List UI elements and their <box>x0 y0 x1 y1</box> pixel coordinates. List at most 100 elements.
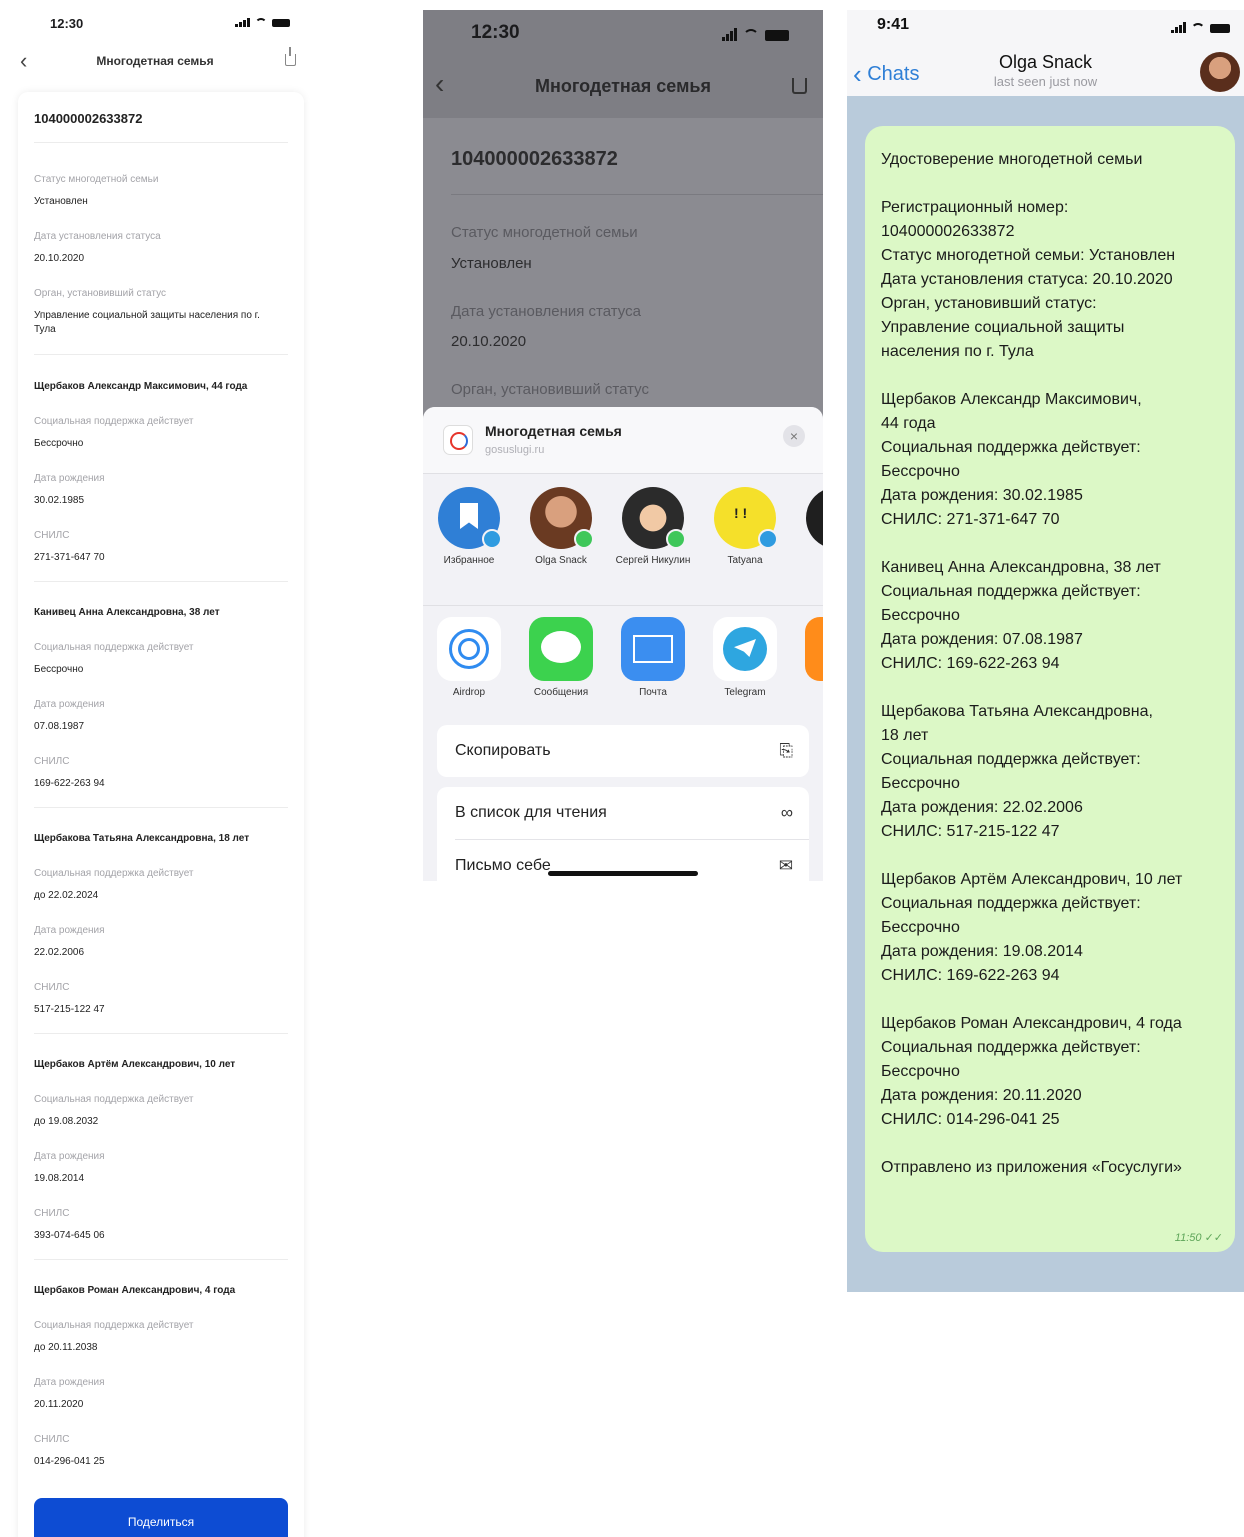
birth-value: 20.11.2020 <box>34 1399 84 1410</box>
app-messages[interactable]: Сообщения <box>521 617 601 698</box>
support-label: Социальная поддержка действует <box>34 868 194 879</box>
app-mail[interactable]: Почта <box>613 617 693 698</box>
birth-label: Дата рождения <box>34 473 105 484</box>
divider <box>34 1033 288 1034</box>
mail-icon <box>621 617 685 681</box>
share-sheet: Многодетная семья gosuslugi.ru × Избранн… <box>423 407 823 881</box>
birth-value: 19.08.2014 <box>34 1173 85 1184</box>
bookmark-icon <box>438 487 502 549</box>
share-icon[interactable] <box>285 47 296 66</box>
date-label: Дата установления статуса <box>451 303 641 320</box>
member-name: Щербаков Александр Максимович, 44 года <box>34 381 248 392</box>
support-value: Бессрочно <box>34 664 84 675</box>
contact-sergey[interactable]: Сергей Никулин <box>613 487 693 567</box>
member-name: Щербакова Татьяна Александровна, 18 лет <box>34 833 250 844</box>
birth-value: 30.02.1985 <box>34 495 85 506</box>
app-telegram[interactable]: Telegram <box>705 617 785 698</box>
snils-label: СНИЛС <box>34 1208 70 1219</box>
snils-value: 014-296-041 25 <box>34 1456 105 1467</box>
battery-icon <box>1210 24 1230 33</box>
contact-olga[interactable]: Olga Snack <box>521 487 601 567</box>
status-icons <box>1171 22 1230 33</box>
snils-label: СНИЛС <box>34 756 70 767</box>
contact-name[interactable]: Olga Snack <box>847 52 1244 73</box>
support-label: Социальная поддержка действует <box>34 416 194 427</box>
support-label: Социальная поддержка действует <box>34 642 194 653</box>
message-bubble[interactable]: Удостоверение многодетной семьи Регистра… <box>865 126 1235 1252</box>
app-name: Почта <box>639 687 667 698</box>
member-name: Щербаков Артём Александрович, 10 лет <box>34 1059 236 1070</box>
message-time: 11:50 ✓✓ <box>1174 1232 1223 1244</box>
telegram-chat-screen: 9:41 ‹ Chats Olga Snack last seen just n… <box>847 10 1244 1292</box>
app-airdrop[interactable]: Airdrop <box>429 617 509 698</box>
share-sheet-screen: 12:30 ‹ Многодетная семья 10400000263387… <box>423 10 823 881</box>
app-name: Сообщения <box>533 687 589 698</box>
snils-value: 169-622-263 94 <box>34 778 105 789</box>
status-icons <box>722 28 789 41</box>
envelope-icon: ✉ <box>778 856 793 875</box>
divider <box>34 142 288 143</box>
signal-icon <box>722 28 737 41</box>
avatar <box>622 487 686 549</box>
contact-favorites[interactable]: Избранное <box>429 487 509 567</box>
snils-value: 517-215-122 47 <box>34 1004 105 1015</box>
telegram-badge-icon <box>482 529 502 549</box>
contact-name: Tatyana <box>727 555 763 566</box>
contact-name: Olga Snack <box>535 555 587 566</box>
app-icon <box>805 617 823 681</box>
date-label: Дата установления статуса <box>34 231 161 242</box>
messages-icon <box>529 617 593 681</box>
home-indicator <box>548 871 698 876</box>
divider <box>34 581 288 582</box>
snils-label: СНИЛС <box>34 1434 70 1445</box>
divider <box>34 807 288 808</box>
chat-header: 9:41 ‹ Chats Olga Snack last seen just n… <box>847 10 1244 96</box>
app-more[interactable] <box>797 617 823 687</box>
contact-k[interactable]: K <box>797 487 823 567</box>
snils-label: СНИЛС <box>34 982 70 993</box>
divider <box>34 354 288 355</box>
wifi-icon <box>743 29 759 41</box>
last-seen: last seen just now <box>993 74 1098 89</box>
close-icon[interactable]: × <box>783 425 805 447</box>
nav-bar: ‹ Многодетная семья <box>423 68 823 102</box>
status-time: 12:30 <box>50 16 84 31</box>
support-label: Социальная поддержка действует <box>34 1320 194 1331</box>
telegram-badge-icon <box>758 529 778 549</box>
status-value: Установлен <box>34 196 88 207</box>
status-icons <box>235 18 290 27</box>
wifi-icon <box>1191 23 1205 33</box>
contact-tatyana[interactable]: ! ! Tatyana <box>705 487 785 567</box>
org-label: Орган, установивший статус <box>34 288 166 299</box>
share-icon[interactable] <box>792 78 807 94</box>
org-value: Управление социальной защиты населения п… <box>34 310 260 335</box>
divider <box>451 194 823 195</box>
status-value: Установлен <box>451 255 532 272</box>
share-sheet-header: Многодетная семья gosuslugi.ru × <box>423 407 823 474</box>
birth-value: 22.02.2006 <box>34 947 85 958</box>
signal-icon <box>235 18 250 27</box>
action-reading-list[interactable]: В список для чтения ∞ <box>437 787 809 839</box>
telegram-icon <box>713 617 777 681</box>
glasses-icon: ∞ <box>780 803 793 822</box>
page-title: Многодетная семья <box>535 76 711 96</box>
status-label: Статус многодетной семьи <box>451 224 638 241</box>
message-text: Удостоверение многодетной семьи Регистра… <box>881 151 1183 1176</box>
snils-value: 393-074-645 06 <box>34 1230 105 1241</box>
share-title: Многодетная семья <box>485 423 622 439</box>
birth-label: Дата рождения <box>34 1377 105 1388</box>
whatsapp-badge-icon <box>574 529 594 549</box>
snils-label: СНИЛС <box>34 530 70 541</box>
apps-row: Airdrop Сообщения Почта Telegram <box>423 617 823 723</box>
share-domain: gosuslugi.ru <box>485 444 545 456</box>
member-name: Щербаков Роман Александрович, 4 года <box>34 1285 236 1296</box>
share-button[interactable]: Поделиться <box>34 1498 288 1537</box>
support-value: до 20.11.2038 <box>34 1342 98 1353</box>
birth-value: 07.08.1987 <box>34 721 85 732</box>
page-title: Многодетная семья <box>96 54 214 68</box>
avatar[interactable] <box>1200 52 1240 92</box>
action-copy[interactable]: Скопировать ⎘ <box>437 725 809 777</box>
avatar <box>806 487 823 549</box>
registration-number: 104000002633872 <box>451 148 618 170</box>
airdrop-icon <box>437 617 501 681</box>
